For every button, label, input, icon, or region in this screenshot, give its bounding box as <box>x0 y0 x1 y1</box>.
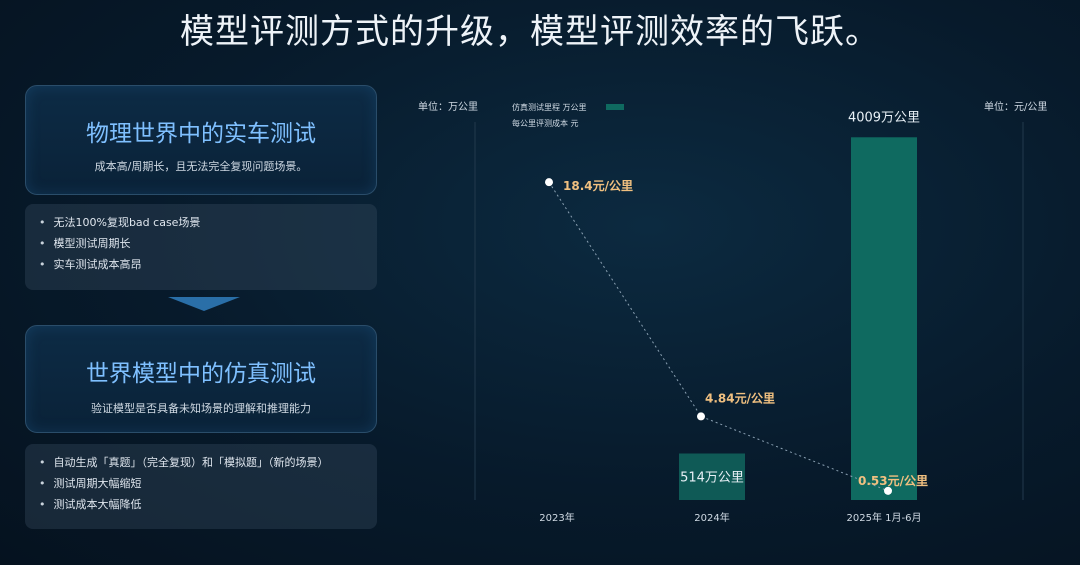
simulation-test-title: 世界模型中的仿真测试 <box>86 361 316 387</box>
physical-test-title: 物理世界中的实车测试 <box>86 121 316 147</box>
list-item: 实车测试成本高昂 <box>39 254 377 275</box>
simulation-test-card: 世界模型中的仿真测试 验证模型是否具备未知场景的理解和推理能力 <box>25 325 377 433</box>
legend-line-label: 每公里评测成本 元 <box>512 118 579 128</box>
list-item: 无法100%复现bad case场景 <box>39 212 377 233</box>
bar-label-1: 514万公里 <box>680 471 744 486</box>
cost-label-1: 4.84元/公里 <box>705 390 775 405</box>
cost-line <box>548 181 889 492</box>
bar-1 <box>679 453 745 500</box>
list-item: 测试周期大幅缩短 <box>39 473 377 494</box>
bar-2 <box>851 137 917 500</box>
x-tick-label-2: 2025年 1月-6月 <box>847 511 922 524</box>
legend-bar-label: 仿真测试里程 万公里 <box>512 102 587 112</box>
legend-bar-swatch <box>606 104 624 110</box>
physical-test-card: 物理世界中的实车测试 成本高/周期长，且无法完全复现问题场景。 <box>25 85 377 195</box>
x-tick-label-0: 2023年 <box>539 511 574 524</box>
x-tick-label-1: 2024年 <box>694 511 729 524</box>
y-right-label: 单位：元/公里 <box>984 100 1047 113</box>
cost-point-1 <box>697 412 705 421</box>
cost-point-2 <box>884 486 892 495</box>
page-title: 模型评测方式的升级，模型评测效率的飞跃。 <box>180 12 880 52</box>
list-item: 模型测试周期长 <box>39 233 377 254</box>
cost-point-0 <box>545 178 553 187</box>
cost-label-2: 0.53元/公里 <box>858 473 928 488</box>
physical-test-points: 无法100%复现bad case场景 模型测试周期长 实车测试成本高昂 <box>25 204 377 290</box>
simulation-test-subtitle: 验证模型是否具备未知场景的理解和推理能力 <box>91 402 311 415</box>
simulation-test-points: 自动生成「真题」（完全复现）和「模拟题」（新的场景） 测试周期大幅缩短 测试成本… <box>25 444 377 529</box>
bar-label-2: 4009万公里 <box>848 110 920 125</box>
physical-test-subtitle: 成本高/周期长，且无法完全复现问题场景。 <box>94 160 308 173</box>
list-item: 自动生成「真题」（完全复现）和「模拟题」（新的场景） <box>39 452 377 473</box>
cost-label-0: 18.4元/公里 <box>563 178 633 193</box>
y-left-label: 单位：万公里 <box>418 100 478 113</box>
list-item: 测试成本大幅降低 <box>39 494 377 515</box>
down-arrow-icon <box>168 297 240 311</box>
